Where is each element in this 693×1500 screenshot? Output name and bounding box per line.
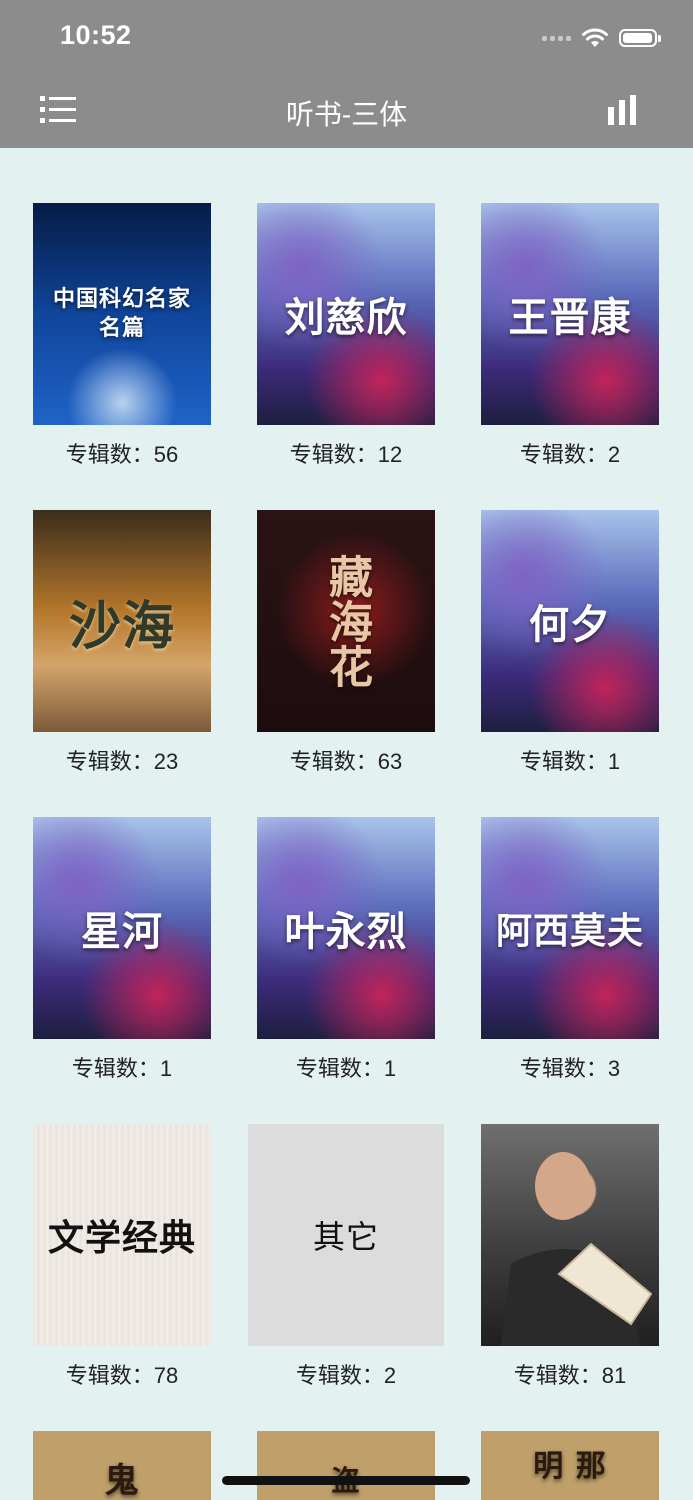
album-card[interactable]: 文学经典 专辑数：78	[33, 1124, 211, 1390]
album-card[interactable]: 刘慈欣 专辑数：12	[257, 203, 435, 469]
album-count: 专辑数：63	[289, 749, 403, 774]
album-cover[interactable]: 明 那	[481, 1431, 659, 1500]
cellular-signal-icon	[542, 35, 571, 41]
album-card[interactable]: 盗	[257, 1431, 435, 1500]
album-count: 专辑数：1	[519, 749, 621, 774]
portrait-image	[501, 1152, 653, 1346]
album-cover[interactable]: 盗	[257, 1431, 435, 1500]
cover-title: 其它	[312, 1219, 379, 1255]
album-cover[interactable]: 沙海	[33, 510, 211, 732]
cover-title: 阿西莫夫	[495, 910, 644, 951]
album-count: 专辑数：1	[295, 1056, 397, 1081]
album-cover[interactable]	[481, 1124, 659, 1346]
album-count: 专辑数：1	[71, 1056, 173, 1081]
album-count: 专辑数：12	[289, 442, 403, 467]
album-card[interactable]: 王晋康 专辑数：2	[481, 203, 659, 469]
album-cover[interactable]: 王晋康	[481, 203, 659, 425]
cover-title: 中国科幻名家名篇	[52, 286, 191, 340]
cover-title: 何夕	[529, 603, 611, 647]
album-cover[interactable]: 星河	[33, 817, 211, 1039]
cover-title: 沙海	[68, 597, 175, 656]
status-time: 10:52	[60, 20, 132, 50]
album-cover[interactable]: 何夕	[481, 510, 659, 732]
album-cover[interactable]: 刘慈欣	[257, 203, 435, 425]
navigation-bar: 10:52 听书-三体	[0, 0, 693, 148]
album-card[interactable]: 中国科幻名家名篇 专辑数：56	[33, 203, 211, 469]
album-card[interactable]: 专辑数：81	[481, 1124, 659, 1390]
album-count: 专辑数：2	[519, 442, 621, 467]
cover-title: 鬼	[104, 1461, 140, 1500]
cover-title: 叶永烈	[284, 910, 408, 954]
album-card[interactable]: 其它 专辑数：2	[248, 1124, 444, 1390]
album-card[interactable]: 明 那	[481, 1431, 659, 1500]
album-count: 专辑数：56	[65, 442, 179, 467]
album-card[interactable]: 何夕 专辑数：1	[481, 510, 659, 776]
cover-title: 刘慈欣	[284, 296, 408, 340]
album-cover[interactable]: 阿西莫夫	[481, 817, 659, 1039]
album-cover[interactable]: 藏海花	[257, 510, 435, 732]
album-card[interactable]: 阿西莫夫 专辑数：3	[481, 817, 659, 1083]
album-count: 专辑数：3	[519, 1056, 621, 1081]
home-indicator[interactable]	[222, 1476, 470, 1485]
album-card[interactable]: 星河 专辑数：1	[33, 817, 211, 1083]
cover-title: 藏海花	[322, 553, 371, 689]
cover-title: 明 那	[533, 1449, 607, 1484]
album-count: 专辑数：2	[295, 1363, 397, 1388]
album-card[interactable]: 鬼	[33, 1431, 211, 1500]
album-card[interactable]: 叶永烈 专辑数：1	[257, 817, 435, 1083]
cover-title: 星河	[81, 910, 163, 954]
album-cover[interactable]: 中国科幻名家名篇	[33, 203, 211, 425]
wifi-icon	[582, 28, 608, 47]
cover-title: 文学经典	[47, 1217, 196, 1258]
album-cover[interactable]: 鬼	[33, 1431, 211, 1500]
status-icons	[542, 24, 661, 52]
album-cover[interactable]: 叶永烈	[257, 817, 435, 1039]
album-count: 专辑数：78	[65, 1363, 179, 1388]
battery-icon	[619, 29, 661, 47]
album-count: 专辑数：23	[65, 749, 179, 774]
bar-chart-icon[interactable]	[608, 95, 636, 125]
album-count: 专辑数：81	[513, 1363, 627, 1388]
album-card[interactable]: 藏海花 专辑数：63	[257, 510, 435, 776]
page-title: 听书-三体	[285, 99, 408, 130]
cover-title: 王晋康	[508, 296, 632, 340]
album-cover[interactable]: 文学经典	[33, 1124, 211, 1346]
album-cover[interactable]: 其它	[248, 1124, 444, 1346]
album-card[interactable]: 沙海 专辑数：23	[33, 510, 211, 776]
